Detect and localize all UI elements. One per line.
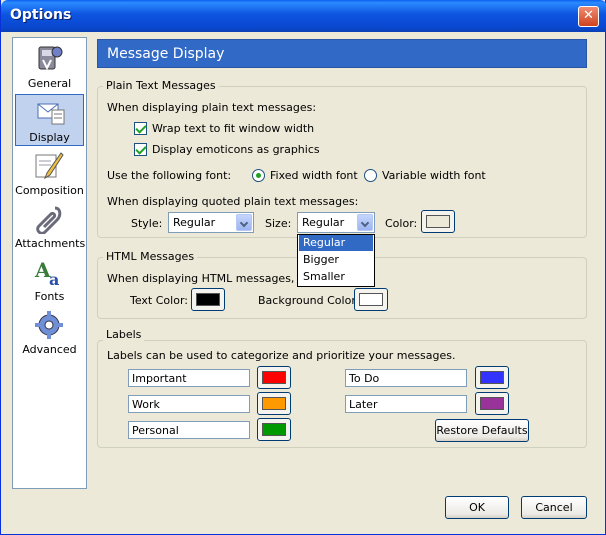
label-name-field[interactable]: Later xyxy=(345,395,467,413)
sidebar-item-fonts[interactable]: A a Fonts xyxy=(15,254,84,306)
size-label: Size: xyxy=(265,217,292,230)
fonts-icon: A a xyxy=(34,258,59,287)
color-swatch xyxy=(262,371,286,384)
attachments-icon xyxy=(36,206,62,234)
composition-icon xyxy=(35,152,64,180)
wrap-text-label[interactable]: Wrap text to fit window width xyxy=(152,122,314,135)
svg-text:a: a xyxy=(49,270,59,287)
cancel-button[interactable]: Cancel xyxy=(521,496,587,519)
section-title: Message Display xyxy=(107,46,225,62)
label-name-field[interactable]: Personal xyxy=(128,421,250,439)
label-name-field[interactable]: To Do xyxy=(345,369,467,387)
emoticons-checkbox[interactable] xyxy=(134,143,147,156)
section-header: Message Display xyxy=(97,39,587,68)
window-title: Options xyxy=(10,7,72,23)
background-color-button[interactable] xyxy=(354,288,388,311)
color-swatch xyxy=(196,293,220,306)
sidebar-item-label: General xyxy=(27,77,72,90)
color-swatch xyxy=(262,397,286,410)
color-swatch xyxy=(426,215,450,228)
label-color-button[interactable] xyxy=(257,366,291,389)
text-color-label: Text Color: xyxy=(130,294,188,307)
color-swatch xyxy=(480,371,504,384)
sidebar-item-display[interactable]: Display xyxy=(15,94,84,146)
ok-button[interactable]: OK xyxy=(445,496,509,519)
options-window: Options ✕ General Display Composition At… xyxy=(0,0,606,535)
background-color-label: Background Color: xyxy=(258,294,360,307)
size-value: Regular xyxy=(302,216,345,229)
advanced-icon xyxy=(35,311,63,339)
size-option-bigger[interactable]: Bigger xyxy=(299,252,373,268)
sidebar-item-composition[interactable]: Composition xyxy=(15,148,84,200)
sidebar-item-attachments[interactable]: Attachments xyxy=(15,201,86,253)
label-name-value: To Do xyxy=(349,372,380,385)
style-select[interactable]: Regular xyxy=(168,212,254,233)
label-name-value: Work xyxy=(132,398,160,411)
html-messages-legend: HTML Messages xyxy=(103,250,198,263)
quoted-color-label: Color: xyxy=(385,217,418,230)
size-option-smaller[interactable]: Smaller xyxy=(299,269,373,285)
fixed-width-label[interactable]: Fixed width font xyxy=(270,169,358,182)
color-swatch xyxy=(359,293,383,306)
size-dropdown-list: Regular Bigger Smaller xyxy=(297,234,375,287)
label-name-value: Important xyxy=(132,372,187,385)
style-label: Style: xyxy=(131,217,163,230)
label-name-field[interactable]: Important xyxy=(128,369,250,387)
variable-width-radio[interactable] xyxy=(364,169,377,182)
color-swatch xyxy=(480,397,504,410)
size-select[interactable]: Regular xyxy=(297,212,375,233)
general-icon xyxy=(38,46,63,71)
variable-width-label[interactable]: Variable width font xyxy=(382,169,486,182)
text-color-button[interactable] xyxy=(191,288,225,311)
wrap-text-checkbox[interactable] xyxy=(134,122,147,135)
quoted-label: When displaying quoted plain text messag… xyxy=(107,195,359,208)
labels-intro: Labels can be used to categorize and pri… xyxy=(107,349,456,362)
labels-legend: Labels xyxy=(103,328,145,341)
sidebar-item-label: Display xyxy=(29,131,70,144)
category-sidebar: General Display Composition Attachments … xyxy=(12,37,87,489)
chevron-down-icon[interactable] xyxy=(357,214,373,231)
quoted-color-button[interactable] xyxy=(421,210,455,233)
label-name-field[interactable]: Work xyxy=(128,395,250,413)
sidebar-item-label: Attachments xyxy=(15,237,86,250)
size-option-regular[interactable]: Regular xyxy=(299,235,373,251)
display-icon xyxy=(37,103,65,125)
close-button[interactable]: ✕ xyxy=(578,6,599,27)
label-color-button[interactable] xyxy=(475,366,509,389)
sidebar-item-label: Advanced xyxy=(22,343,77,356)
label-color-button[interactable] xyxy=(257,418,291,441)
label-color-button[interactable] xyxy=(475,392,509,415)
sidebar-item-advanced[interactable]: Advanced xyxy=(15,307,84,359)
fixed-width-radio[interactable] xyxy=(252,169,265,182)
style-value: Regular xyxy=(173,216,216,229)
color-swatch xyxy=(262,423,286,436)
chevron-down-icon[interactable] xyxy=(236,214,252,231)
plain-text-legend: Plain Text Messages xyxy=(103,79,219,92)
label-name-value: Personal xyxy=(132,424,179,437)
sidebar-item-label: Composition xyxy=(15,184,84,197)
label-name-value: Later xyxy=(349,398,378,411)
sidebar-item-label: Fonts xyxy=(34,290,65,303)
title-bar[interactable]: Options ✕ xyxy=(1,0,606,32)
font-label: Use the following font: xyxy=(107,169,232,182)
label-color-button[interactable] xyxy=(257,392,291,415)
restore-defaults-button[interactable]: Restore Defaults xyxy=(435,419,529,442)
sidebar-item-general[interactable]: General xyxy=(15,41,84,93)
plain-text-intro: When displaying plain text messages: xyxy=(107,101,317,114)
emoticons-label[interactable]: Display emoticons as graphics xyxy=(152,143,320,156)
